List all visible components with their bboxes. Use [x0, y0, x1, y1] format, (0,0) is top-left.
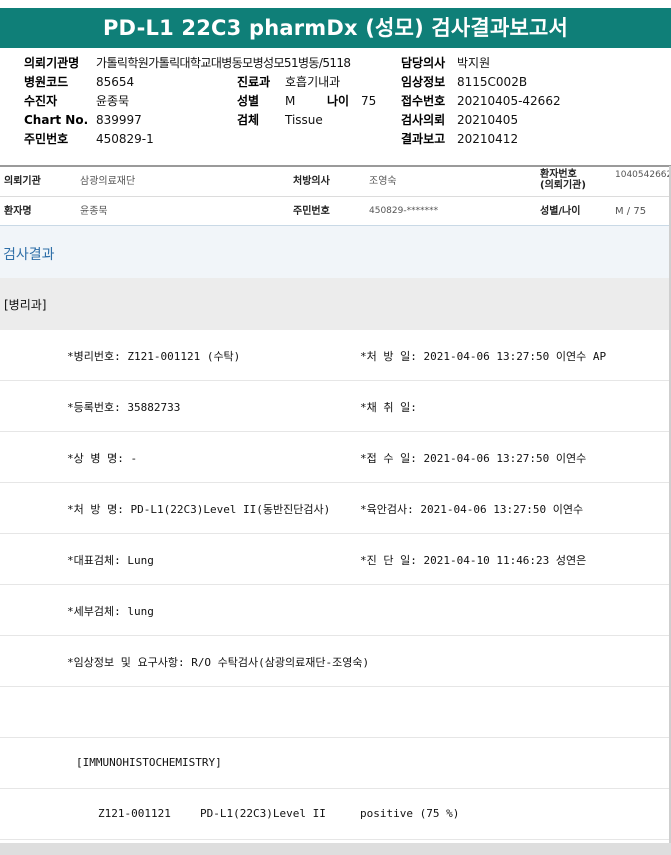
result-left: *세부검체: lung: [67, 605, 154, 618]
patient-no-value: 1040542662: [615, 170, 671, 180]
patient-name-label: 환자명: [4, 206, 32, 217]
ssn-value: 450829-1: [96, 132, 154, 146]
report-title: PD-L1 22C3 pharmDx (성모) 검사결과보고서: [0, 8, 671, 48]
result-row: *세부검체: lung: [0, 585, 671, 636]
ihc-test-name: PD-L1(22C3)Level II: [200, 807, 326, 820]
doctor-label: 담당의사: [401, 56, 446, 70]
patient-value: 윤종묵: [96, 94, 130, 108]
result-section-header: 검사결과: [0, 225, 671, 278]
hospital-code-label: 병원코드: [24, 75, 69, 89]
result-right: *접 수 일: 2021-04-06 13:27:50 이연수: [360, 452, 587, 465]
dept-value: 호흡기내과: [285, 75, 341, 89]
clinical-label: 임상정보: [401, 75, 446, 89]
department-row: [병리과]: [0, 278, 671, 330]
receipt-value: 20210405-42662: [457, 94, 561, 108]
ihc-specimen-id: Z121-001121: [98, 807, 171, 820]
result-left: *대표검체: Lung: [67, 554, 154, 567]
result-left: *임상정보 및 요구사항: R/O 수탁검사(삼광의료재단-조영숙): [67, 656, 370, 669]
request-label: 검사의뢰: [401, 113, 446, 127]
result-row: *대표검체: Lung *진 단 일: 2021-04-10 11:46:23 …: [0, 534, 671, 585]
result-left: *등록번호: 35882733: [67, 401, 181, 414]
prescriber-value: 조영숙: [369, 176, 397, 187]
chart-label: Chart No.: [24, 113, 89, 127]
ssn-label: 주민번호: [24, 132, 69, 146]
section-title: 검사결과: [3, 247, 55, 263]
report-date-label: 결과보고: [401, 132, 446, 146]
ihc-result-row: Z121-001121 PD-L1(22C3)Level II positive…: [0, 789, 671, 840]
result-right: *처 방 일: 2021-04-06 13:27:50 이연수 AP: [360, 350, 607, 363]
institution-value: 가톨릭학원가톨릭대학교대병동모병성모51병동/5118: [96, 56, 351, 70]
patient-ssn-label: 주민번호: [293, 206, 330, 217]
specimen-value: Tissue: [285, 113, 323, 127]
header-row-3: 수진자 윤종묵 성별 M 나이 75 접수번호 20210405-42662: [0, 92, 671, 111]
result-right: *채 취 일:: [360, 401, 417, 414]
sexage-label: 성별/나이: [540, 206, 581, 217]
patient-label: 수진자: [24, 94, 58, 108]
result-row: *병리번호: Z121-001121 (수탁) *처 방 일: 2021-04-…: [0, 330, 671, 381]
request-value: 20210405: [457, 113, 519, 127]
institution-label: 의뢰기관명: [24, 56, 80, 70]
receipt-label: 접수번호: [401, 94, 446, 108]
result-row: *처 방 명: PD-L1(22C3)Level II(동반진단검사) *육안검…: [0, 483, 671, 534]
patient-no-label-line2: (의뢰기관): [540, 180, 586, 191]
req-inst-label: 의뢰기관: [4, 176, 41, 187]
prescriber-label: 처방의사: [293, 176, 330, 187]
sexage-value: M / 75: [615, 206, 647, 217]
ihc-header-row: [IMMUNOHISTOCHEMISTRY]: [0, 738, 671, 789]
req-inst-value: 삼광의료재단: [80, 176, 136, 187]
ihc-header: [IMMUNOHISTOCHEMISTRY]: [76, 756, 222, 769]
bottom-scrollbar[interactable]: [0, 843, 671, 855]
result-left: *상 병 명: -: [67, 452, 138, 465]
sex-label: 성별: [237, 94, 260, 108]
patient-no-label-line1: 환자번호: [540, 169, 577, 180]
ihc-result: positive (75 %): [360, 807, 460, 820]
patient-info-row-1: 의뢰기관 삼광의료재단 처방의사 조영숙 환자번호 (의뢰기관) 10405426…: [0, 167, 671, 197]
header-row-1: 의뢰기관명 가톨릭학원가톨릭대학교대병동모병성모51병동/5118 담당의사 박…: [0, 54, 671, 73]
result-row: *등록번호: 35882733 *채 취 일:: [0, 381, 671, 432]
patient-name-value: 윤종묵: [80, 206, 108, 217]
hospital-code-value: 85654: [96, 75, 135, 89]
report-header: 의뢰기관명 가톨릭학원가톨릭대학교대병동모병성모51병동/5118 담당의사 박…: [0, 54, 671, 166]
result-left: *처 방 명: PD-L1(22C3)Level II(동반진단검사): [67, 503, 331, 516]
result-right: *육안검사: 2021-04-06 13:27:50 이연수: [360, 503, 584, 516]
patient-no-label: 환자번호 (의뢰기관): [540, 169, 586, 191]
header-row-4: Chart No. 839997 검체 Tissue 검사의뢰 20210405: [0, 111, 671, 130]
specimen-label: 검체: [237, 113, 260, 127]
result-left: *병리번호: Z121-001121 (수탁): [67, 350, 241, 363]
header-row-2: 병원코드 85654 진료과 호흡기내과 임상정보 8115C002B: [0, 73, 671, 92]
result-row: *상 병 명: - *접 수 일: 2021-04-06 13:27:50 이연…: [0, 432, 671, 483]
result-right: *진 단 일: 2021-04-10 11:46:23 성연은: [360, 554, 587, 567]
chart-value: 839997: [96, 113, 142, 127]
sex-value: M: [285, 94, 296, 108]
patient-info-row-2: 환자명 윤종묵 주민번호 450829-******* 성별/나이 M / 75: [0, 197, 671, 227]
doctor-value: 박지원: [457, 56, 491, 70]
age-value: 75: [361, 94, 377, 108]
department-label: [병리과]: [4, 298, 47, 312]
result-row-empty: [0, 687, 671, 738]
result-row: *임상정보 및 요구사항: R/O 수탁검사(삼광의료재단-조영숙): [0, 636, 671, 687]
report-date-value: 20210412: [457, 132, 519, 146]
patient-ssn-value: 450829-*******: [369, 206, 439, 216]
age-label: 나이: [327, 94, 350, 108]
clinical-value: 8115C002B: [457, 75, 528, 89]
dept-label: 진료과: [237, 75, 271, 89]
header-row-5: 주민번호 450829-1 결과보고 20210412: [0, 130, 671, 149]
